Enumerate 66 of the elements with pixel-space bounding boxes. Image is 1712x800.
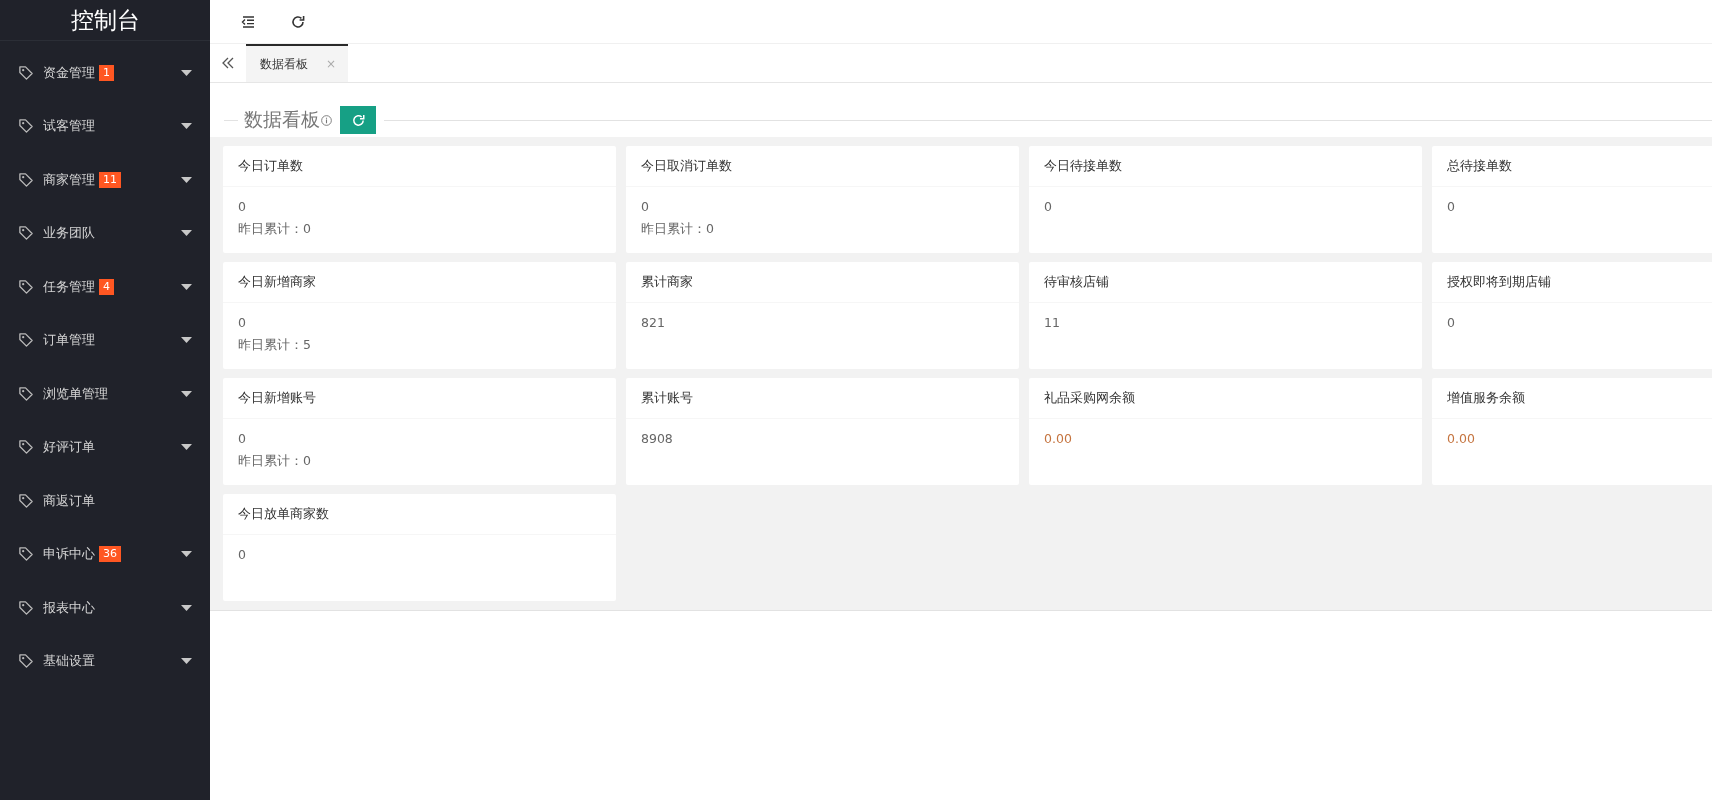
card-title: 今日取消订单数 bbox=[641, 158, 732, 173]
card-value: 8908 bbox=[641, 430, 673, 448]
card-value: 0 bbox=[238, 430, 246, 448]
card-value: 0 bbox=[641, 198, 649, 216]
tag-icon bbox=[18, 492, 34, 509]
tag-icon bbox=[18, 332, 34, 349]
card-title: 累计账号 bbox=[641, 390, 693, 405]
refresh-button[interactable] bbox=[340, 106, 376, 134]
sidebar-item[interactable]: 任务管理 4 bbox=[0, 260, 210, 314]
tag-icon bbox=[18, 64, 34, 81]
sidebar-item[interactable]: 商返订单 bbox=[0, 474, 210, 528]
double-chevron-left-icon[interactable] bbox=[221, 56, 235, 70]
sidebar-item[interactable]: 浏览单管理 bbox=[0, 367, 210, 421]
card-title: 总待接单数 bbox=[1447, 158, 1512, 173]
card-title: 今日放单商家数 bbox=[238, 506, 329, 521]
card-value: 0 bbox=[1447, 314, 1455, 332]
count-badge: 36 bbox=[99, 546, 121, 563]
card-value: 0 bbox=[238, 198, 246, 216]
card-note: 昨日累计：0 bbox=[238, 220, 311, 238]
card-title: 今日待接单数 bbox=[1044, 158, 1122, 173]
tag-icon bbox=[18, 385, 34, 402]
count-badge: 1 bbox=[99, 64, 114, 81]
sidebar-item[interactable]: 基础设置 bbox=[0, 634, 210, 688]
menu-icon[interactable] bbox=[240, 13, 256, 30]
sidebar-item[interactable]: 商家管理 11 bbox=[0, 153, 210, 207]
sidebar-item[interactable]: 业务团队 bbox=[0, 206, 210, 260]
tag-icon bbox=[18, 225, 34, 242]
card-value: 0 bbox=[238, 314, 246, 332]
card-note: 昨日累计：5 bbox=[238, 336, 311, 354]
card-value: 821 bbox=[641, 314, 665, 332]
tag-icon bbox=[18, 599, 34, 616]
refresh-icon[interactable] bbox=[290, 13, 306, 30]
tag-icon bbox=[18, 278, 34, 295]
refresh-icon bbox=[350, 112, 366, 128]
sidebar-item[interactable]: 好评订单 bbox=[0, 420, 210, 474]
card-title: 待审核店铺 bbox=[1044, 274, 1109, 289]
card-title: 累计商家 bbox=[641, 274, 693, 289]
card-title: 今日新增商家 bbox=[238, 274, 316, 289]
tag-icon bbox=[18, 546, 34, 563]
info-icon bbox=[321, 114, 332, 126]
card-value: 0 bbox=[1044, 198, 1052, 216]
card-note: 昨日累计：0 bbox=[641, 220, 714, 238]
card-value: 0.00 bbox=[1044, 430, 1072, 448]
sidebar-item[interactable]: 报表中心 bbox=[0, 581, 210, 635]
sidebar-item[interactable]: 资金管理 1 bbox=[0, 46, 210, 100]
card-value: 0 bbox=[238, 546, 246, 564]
tag-icon bbox=[18, 171, 34, 188]
sidebar-item[interactable]: 申诉中心 36 bbox=[0, 527, 210, 581]
tab[interactable]: 数据看板 × bbox=[246, 44, 349, 82]
tag-icon bbox=[18, 439, 34, 456]
count-badge: 11 bbox=[99, 171, 121, 188]
card-note: 昨日累计：0 bbox=[238, 452, 311, 470]
card-title: 今日订单数 bbox=[238, 158, 303, 173]
tag-icon bbox=[18, 653, 34, 670]
card-title: 增值服务余额 bbox=[1447, 390, 1525, 405]
card-title: 礼品采购网余额 bbox=[1044, 390, 1135, 405]
count-badge: 4 bbox=[99, 278, 114, 295]
card-value: 11 bbox=[1044, 314, 1060, 332]
tag-icon bbox=[18, 118, 34, 135]
card-value: 0 bbox=[1447, 198, 1455, 216]
card-value: 0.00 bbox=[1447, 430, 1475, 448]
card-title: 授权即将到期店铺 bbox=[1447, 274, 1551, 289]
sidebar-item[interactable]: 试客管理 bbox=[0, 99, 210, 153]
sidebar-item[interactable]: 订单管理 bbox=[0, 313, 210, 367]
card-title: 今日新增账号 bbox=[238, 390, 316, 405]
section-title: 数据看板 bbox=[244, 107, 320, 132]
